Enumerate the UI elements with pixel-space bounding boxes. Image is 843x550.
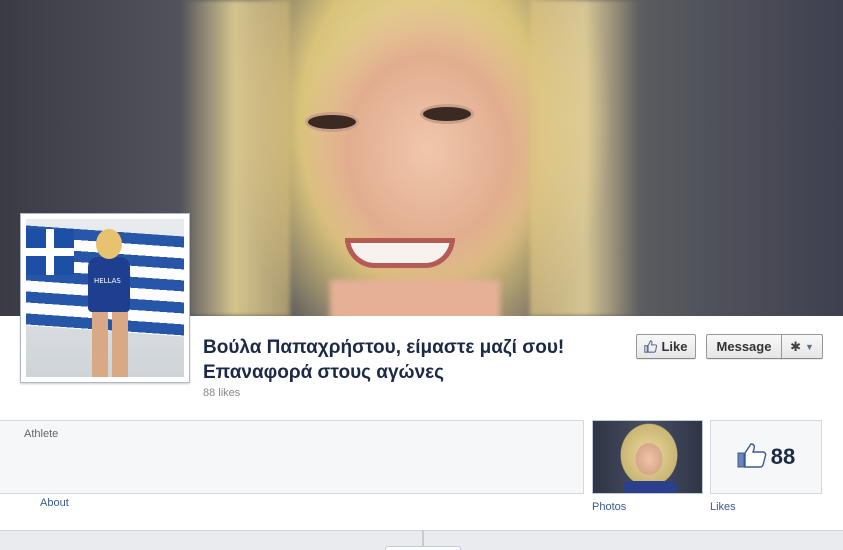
chevron-down-icon: ▼ (804, 341, 814, 352)
settings-dropdown-button[interactable]: ✱ ▼ (781, 334, 823, 359)
thumbs-up-icon (644, 340, 658, 353)
page-title-block: Βούλα Παπαχρήστου, είμαστε μαζί σου! Επα… (203, 335, 623, 399)
likes-box[interactable]: 88 (710, 420, 822, 494)
about-category: Athlete (24, 428, 59, 440)
message-button[interactable]: Message (706, 334, 782, 359)
page-title: Βούλα Παπαχρήστου, είμαστε μαζί σου! Επα… (203, 335, 623, 385)
about-link[interactable]: About (40, 497, 69, 509)
like-button[interactable]: Like (636, 334, 696, 359)
cover-neck (330, 280, 500, 316)
gear-icon: ✱ (790, 338, 801, 354)
photo-shirt (623, 481, 677, 493)
jersey-text: HELLAS (94, 277, 121, 285)
photos-thumbnail[interactable] (592, 420, 703, 494)
about-box (0, 420, 584, 494)
cover-hair-left (180, 0, 290, 316)
profile-picture[interactable]: HELLAS (20, 213, 190, 383)
timeline-tab (385, 546, 461, 550)
cover-hair-right (530, 0, 640, 316)
likes-count: 88 (770, 444, 796, 469)
athlete-head (96, 229, 122, 259)
likes-subtitle: 88 likes (203, 387, 241, 399)
athlete-legs (92, 309, 128, 377)
like-button-label: Like (661, 339, 688, 354)
likes-link[interactable]: Likes (710, 501, 736, 513)
cover-eye-right (420, 104, 474, 124)
photos-link[interactable]: Photos (592, 501, 626, 513)
message-button-label: Message (716, 339, 772, 354)
cover-mouth (345, 238, 455, 268)
greek-flag-cross (26, 229, 74, 275)
profile-picture-image: HELLAS (26, 219, 184, 377)
page-title-line1: Βούλα Παπαχρήστου, είμαστε μαζί σου! (203, 337, 565, 358)
page-title-line2: Επαναφορά στους αγώνες (203, 362, 445, 383)
likes-thumbs-up-icon (737, 442, 767, 473)
cover-eye-left (305, 112, 359, 132)
